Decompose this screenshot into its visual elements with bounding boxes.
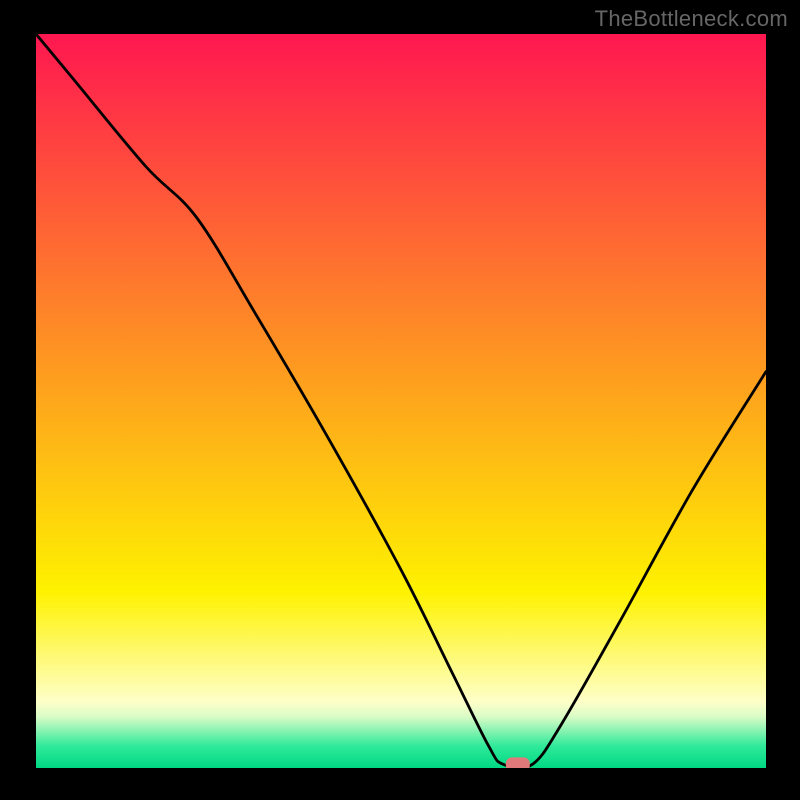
optimal-marker — [506, 757, 530, 768]
watermark-label: TheBottleneck.com — [595, 6, 788, 32]
bottleneck-curve — [36, 34, 766, 768]
curve-layer — [36, 34, 766, 768]
chart-frame: TheBottleneck.com — [0, 0, 800, 800]
